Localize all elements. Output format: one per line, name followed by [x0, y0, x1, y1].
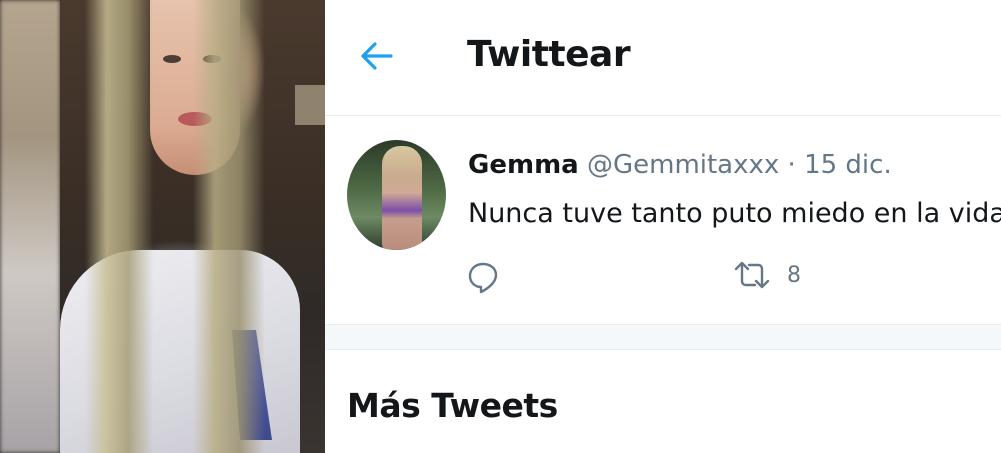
reply-icon — [468, 262, 498, 294]
more-tweets-heading: Más Tweets — [347, 386, 558, 425]
reply-button[interactable] — [467, 261, 499, 295]
screenshot-frame: Twittear Gemma @Gemmitaxxx · 15 dic. Nun… — [0, 0, 1001, 453]
arrow-left-icon — [361, 42, 393, 70]
retweet-button[interactable]: 8 — [733, 261, 801, 289]
section-divider — [325, 325, 1001, 350]
tweet-page: Twittear Gemma @Gemmitaxxx · 15 dic. Nun… — [325, 0, 1001, 453]
tweet-text: Nunca tuve tanto puto miedo en la vida — [468, 198, 1001, 229]
author-handle-date: @Gemmitaxxx · 15 dic. — [586, 150, 892, 180]
photo-hair — [85, 0, 265, 453]
back-button[interactable] — [357, 36, 397, 76]
profile-photo — [0, 0, 325, 453]
avatar-figure — [382, 146, 422, 250]
avatar[interactable] — [347, 140, 446, 250]
author-name[interactable]: Gemma — [468, 150, 579, 180]
tweet-item[interactable]: Gemma @Gemmitaxxx · 15 dic. Nunca tuve t… — [325, 116, 1001, 325]
tweet-header: Gemma @Gemmitaxxx · 15 dic. — [468, 150, 892, 180]
retweet-icon — [734, 261, 770, 289]
retweet-count: 8 — [787, 262, 801, 288]
photo-blurred-edge — [0, 0, 60, 453]
page-title: Twittear — [467, 34, 631, 75]
photo-window — [295, 85, 325, 125]
page-header: Twittear — [325, 0, 1001, 116]
